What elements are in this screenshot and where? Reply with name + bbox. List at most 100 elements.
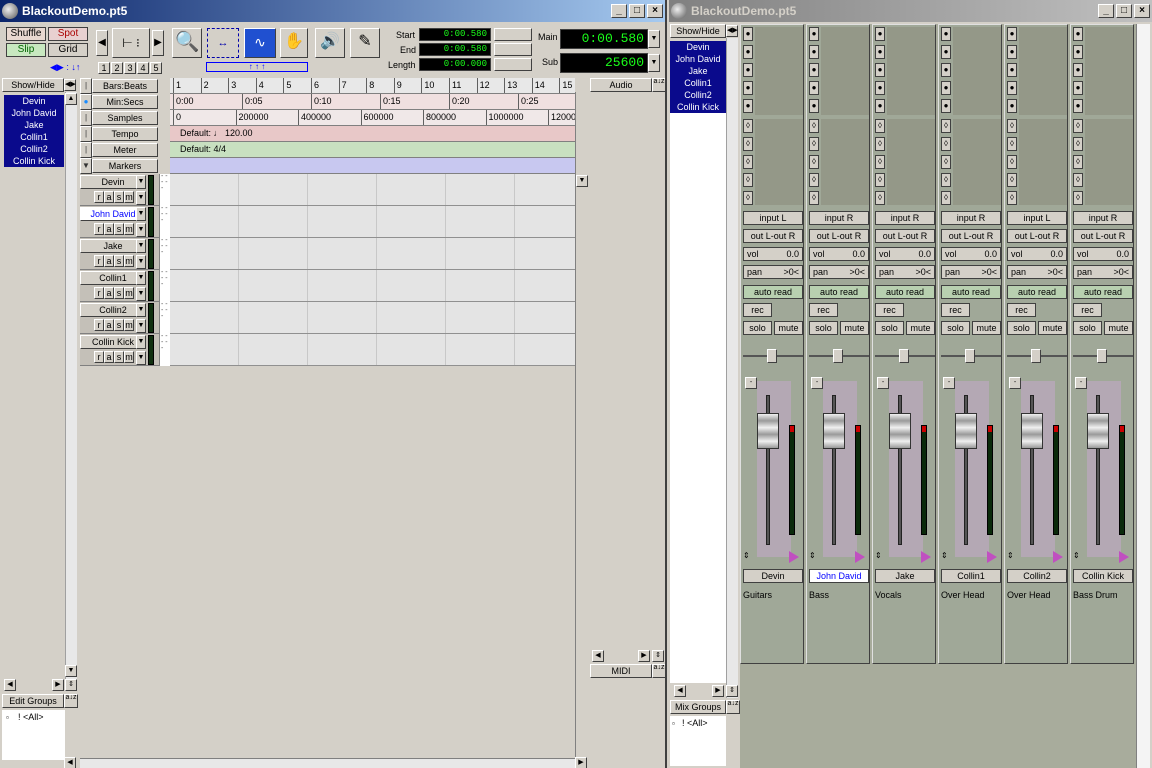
send-diamond-icon[interactable]: ◊ xyxy=(875,137,885,151)
strip-comment[interactable]: Bass Drum xyxy=(1073,590,1118,600)
ruler-label-meter[interactable]: Meter xyxy=(92,143,158,157)
insert-bypass-icon[interactable]: ● xyxy=(875,27,885,41)
send-slot[interactable]: ◊ xyxy=(1073,155,1085,169)
samples-icon[interactable]: | xyxy=(80,110,92,126)
rec-button[interactable]: rec xyxy=(809,303,838,317)
strip-name[interactable]: Devin xyxy=(743,569,803,583)
insert-bypass-icon[interactable]: ● xyxy=(743,45,753,59)
tab-to-transient-icon[interactable]: ↑ ↑ ↑ xyxy=(206,62,308,72)
meter-ruler[interactable]: Default: 4/4 xyxy=(170,142,575,158)
send-diamond-icon[interactable]: ◊ xyxy=(743,191,753,205)
send-slot[interactable]: ◊ xyxy=(875,119,887,133)
strip-comment[interactable]: Bass xyxy=(809,590,829,600)
send-diamond-icon[interactable]: ◊ xyxy=(1073,191,1083,205)
volume-display[interactable]: vol 0.0 xyxy=(809,247,869,261)
tempo-ruler[interactable]: Default: ♩ 120.00 xyxy=(170,126,575,142)
samples-ruler[interactable]: 0 200000 400000 600000 800000 1000000 1200000 xyxy=(170,110,575,126)
zoom-preset-3[interactable]: 3 xyxy=(124,62,136,74)
edit-group-all[interactable]: ! <All> xyxy=(18,712,44,722)
track-playlist-jake[interactable] xyxy=(170,238,575,270)
zoom-preset-4[interactable]: 4 xyxy=(137,62,149,74)
slip-mode-button[interactable]: Slip xyxy=(6,43,46,57)
track-list-item[interactable]: Devin xyxy=(4,95,64,107)
track-view-dropdown-icon[interactable]: ▼ xyxy=(136,319,146,333)
send-diamond-icon[interactable]: ◊ xyxy=(941,173,951,187)
insert-bypass-icon[interactable]: ● xyxy=(1007,27,1017,41)
automation-mode[interactable]: auto read xyxy=(1007,285,1067,299)
track-list-item[interactable]: Collin2 xyxy=(670,89,726,101)
volume-display[interactable]: vol 0.0 xyxy=(941,247,1001,261)
mix-scroll-left-icon[interactable]: ◀ xyxy=(674,685,686,697)
strip-name[interactable]: Collin2 xyxy=(1007,569,1067,583)
insert-bypass-icon[interactable]: ● xyxy=(743,99,753,113)
track-a-button[interactable]: a xyxy=(104,191,114,203)
send-slot[interactable]: ◊ xyxy=(875,137,887,151)
track-list-item[interactable]: John David xyxy=(670,53,726,65)
spot-mode-button[interactable]: Spot xyxy=(48,27,88,41)
mix-resize-icon[interactable]: ⇕ xyxy=(726,685,738,697)
strip-name[interactable]: Collin Kick xyxy=(1073,569,1133,583)
automation-mode[interactable]: auto read xyxy=(941,285,1001,299)
zoom-preset-5[interactable]: 5 xyxy=(150,62,162,74)
track-playlist-collin1[interactable] xyxy=(170,270,575,302)
send-diamond-icon[interactable]: ◊ xyxy=(875,173,885,187)
pan-display[interactable]: pan >0< xyxy=(1007,265,1067,279)
send-slot[interactable]: ◊ xyxy=(875,173,887,187)
ruler-label-samples[interactable]: Samples xyxy=(92,111,158,125)
send-diamond-icon[interactable]: ◊ xyxy=(743,119,753,133)
insert-bypass-icon[interactable]: ● xyxy=(1007,63,1017,77)
sub-counter[interactable]: 25600 xyxy=(560,53,648,73)
insert-bypass-icon[interactable]: ● xyxy=(1007,81,1017,95)
close-button[interactable]: × xyxy=(647,4,663,18)
meter-icon[interactable]: | xyxy=(80,142,92,158)
mix-show-hide-header[interactable]: Show/Hide xyxy=(670,24,726,38)
edit-groups-list[interactable]: ▫ ! <All> xyxy=(2,710,65,760)
mix-tracks-list[interactable]: Devin John David Jake Collin1 Collin2 Collin … xyxy=(670,41,726,113)
track-r-button[interactable]: r xyxy=(94,319,104,331)
insert-bypass-icon[interactable]: ● xyxy=(1073,63,1083,77)
rec-button[interactable]: rec xyxy=(1007,303,1036,317)
trimmer-tool-icon[interactable]: ↔ xyxy=(207,28,239,58)
output-selector[interactable]: out L-out R xyxy=(1073,229,1133,243)
selector-tool-icon[interactable]: ∿ xyxy=(244,28,276,58)
group-id-icon[interactable]: - xyxy=(1075,377,1087,389)
send-diamond-icon[interactable]: ◊ xyxy=(1073,137,1083,151)
end-counter[interactable]: 0:00.580 xyxy=(419,43,491,56)
send-slot[interactable]: ◊ xyxy=(743,137,755,151)
track-m-button[interactable]: m xyxy=(124,223,134,235)
output-selector[interactable]: out L-out R xyxy=(1007,229,1067,243)
send-diamond-icon[interactable]: ◊ xyxy=(1073,119,1083,133)
insert-bypass-icon[interactable]: ● xyxy=(875,63,885,77)
audio-sort-icon[interactable]: a↓z xyxy=(652,78,665,92)
send-slot[interactable]: ◊ xyxy=(1007,191,1019,205)
timeline-horizontal-scrollbar[interactable] xyxy=(80,758,575,768)
pan-display[interactable]: pan >0< xyxy=(875,265,935,279)
track-m-button[interactable]: m xyxy=(124,191,134,203)
send-diamond-icon[interactable]: ◊ xyxy=(809,173,819,187)
pan-slider-knob[interactable] xyxy=(767,349,777,363)
zoom-preset-2[interactable]: 2 xyxy=(111,62,123,74)
track-list-item[interactable]: Collin1 xyxy=(4,131,64,143)
send-slot[interactable]: ◊ xyxy=(941,191,953,205)
timeline-vertical-scrollbar[interactable] xyxy=(575,92,590,768)
track-menu-dropdown-icon[interactable]: ▼ xyxy=(136,175,146,189)
zoomer-tool-icon[interactable]: 🔍 xyxy=(172,28,202,58)
send-diamond-icon[interactable]: ◊ xyxy=(809,119,819,133)
send-diamond-icon[interactable]: ◊ xyxy=(743,155,753,169)
length-counter[interactable]: 0:00.000 xyxy=(419,58,491,71)
ruler-label-bars-beats[interactable]: Bars:Beats xyxy=(92,79,158,93)
track-list-item[interactable]: Collin Kick xyxy=(670,101,726,113)
send-diamond-icon[interactable]: ◊ xyxy=(1007,155,1017,169)
hscroll-left-icon[interactable]: ◀ xyxy=(64,757,76,768)
insert-bypass-icon[interactable]: ● xyxy=(875,99,885,113)
strip-name[interactable]: Collin1 xyxy=(941,569,1001,583)
track-s-button[interactable]: s xyxy=(114,223,124,235)
tracks-list-scrollbar[interactable] xyxy=(65,92,77,680)
bars-beats-icon[interactable]: | xyxy=(80,78,92,94)
send-diamond-icon[interactable]: ◊ xyxy=(941,137,951,151)
scroll-right-arrow-icon[interactable]: ▶ xyxy=(52,679,64,691)
send-diamond-icon[interactable]: ◊ xyxy=(1073,155,1083,169)
volume-fader[interactable] xyxy=(823,413,845,449)
track-list-item[interactable]: John David xyxy=(4,107,64,119)
hscroll-right-icon[interactable]: ▶ xyxy=(575,757,587,768)
